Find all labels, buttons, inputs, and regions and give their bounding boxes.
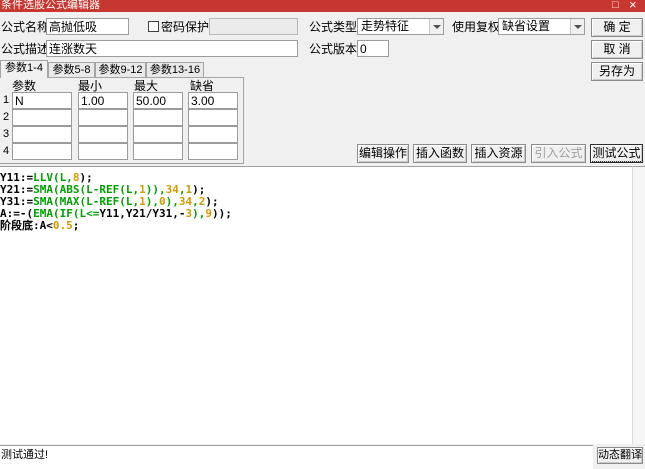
cancel-button[interactable]: 取 消: [591, 40, 643, 59]
param-name-input[interactable]: [12, 126, 72, 143]
formula-description-label: 公式描述: [1, 42, 50, 56]
param-max-input[interactable]: [133, 126, 183, 143]
param-name-input[interactable]: [12, 92, 72, 109]
test-result-panel: 测试通过!: [0, 445, 593, 469]
code-line[interactable]: 阶段底:A<0.5;: [0, 220, 632, 232]
formula-version-label: 公式版本: [309, 42, 358, 56]
dynamic-translate-button[interactable]: 动态翻译: [597, 447, 643, 464]
code-token-num: 9: [205, 207, 212, 220]
tab-params-9-12[interactable]: 参数9-12: [95, 62, 146, 77]
formula-version-input[interactable]: [357, 40, 389, 57]
password-label: 密码保护: [161, 20, 210, 34]
param-name-input[interactable]: [12, 109, 72, 126]
button-label: 编辑操作: [358, 146, 407, 160]
password-checkbox[interactable]: [148, 21, 159, 32]
edit-operations-button[interactable]: 编辑操作: [357, 144, 409, 163]
window-title: 条件选股公式编辑器: [1, 0, 100, 11]
import-formula-button: 引入公式: [531, 144, 586, 163]
title-bar[interactable]: 条件选股公式编辑器 □ ×: [0, 0, 645, 12]
param-max-input[interactable]: [133, 109, 183, 126]
code-token-func: ),: [192, 207, 206, 220]
param-min-input[interactable]: [78, 109, 128, 126]
adjustment-value: 缺省设置: [502, 19, 551, 33]
chevron-down-icon[interactable]: [429, 19, 443, 34]
tab-params-13-16[interactable]: 参数13-16: [146, 62, 204, 77]
param-min-input[interactable]: [78, 92, 128, 109]
formula-description-input[interactable]: [46, 40, 298, 57]
param-row-index: 3: [3, 128, 10, 140]
code-token-num: 0.5: [52, 219, 73, 232]
ok-button[interactable]: 确 定: [591, 18, 643, 37]
code-token-plain: 阶段底:A<: [0, 219, 53, 232]
code-line[interactable]: A:=-(EMA(IF(L<=Y11,Y21/Y31,-3),9));: [0, 208, 632, 220]
param-min-input[interactable]: [78, 143, 128, 160]
formula-name-input[interactable]: [46, 18, 129, 35]
param-header-name: 参数: [12, 79, 37, 93]
param-default-input[interactable]: [188, 126, 238, 143]
param-row-index: 1: [3, 94, 10, 106]
insert-function-button[interactable]: 插入函数: [413, 144, 467, 163]
button-label: 插入函数: [415, 146, 464, 160]
maximize-icon[interactable]: □: [612, 0, 619, 11]
param-row-index: 4: [3, 145, 10, 157]
param-header-min: 最小: [78, 79, 103, 93]
close-icon[interactable]: ×: [629, 0, 637, 11]
test-result-message: 测试通过!: [1, 449, 49, 461]
formula-type-select[interactable]: 走势特征: [357, 18, 444, 35]
save-as-button[interactable]: 另存为: [591, 62, 643, 81]
tab-params-5-8[interactable]: 参数5-8: [48, 62, 95, 77]
param-default-input[interactable]: [188, 143, 238, 160]
formula-type-value: 走势特征: [361, 19, 410, 33]
button-label: 插入资源: [474, 146, 523, 160]
password-input: [209, 18, 298, 35]
param-default-input[interactable]: [188, 92, 238, 109]
param-header-max: 最大: [134, 79, 159, 93]
insert-resource-button[interactable]: 插入资源: [471, 144, 526, 163]
param-row-index: 2: [3, 111, 10, 123]
formula-code-editor[interactable]: Y11:=LLV(L,8); Y21:=SMA(ABS(L-REF(L,1)),3…: [0, 166, 632, 444]
code-token-plain: ;: [72, 219, 80, 232]
param-min-input[interactable]: [78, 126, 128, 143]
param-name-input[interactable]: [12, 143, 72, 160]
code-token-plain: ));: [211, 207, 232, 220]
param-default-input[interactable]: [188, 109, 238, 126]
param-max-input[interactable]: [133, 92, 183, 109]
code-token-plain: Y11,Y21/Y31,-: [99, 207, 186, 220]
adjustment-select[interactable]: 缺省设置: [498, 18, 585, 35]
chevron-down-icon[interactable]: [570, 19, 584, 34]
param-max-input[interactable]: [133, 143, 183, 160]
test-formula-button[interactable]: 测试公式: [590, 144, 643, 163]
adjustment-label: 使用复权: [452, 20, 501, 34]
tab-params-1-4[interactable]: 参数1-4: [0, 60, 48, 78]
formula-name-label: 公式名称: [1, 20, 50, 34]
button-label: 引入公式: [534, 146, 583, 160]
button-label: 测试公式: [590, 144, 643, 162]
vertical-scrollbar[interactable]: [632, 166, 645, 444]
param-header-default: 缺省: [190, 79, 215, 93]
formula-type-label: 公式类型: [309, 20, 358, 34]
